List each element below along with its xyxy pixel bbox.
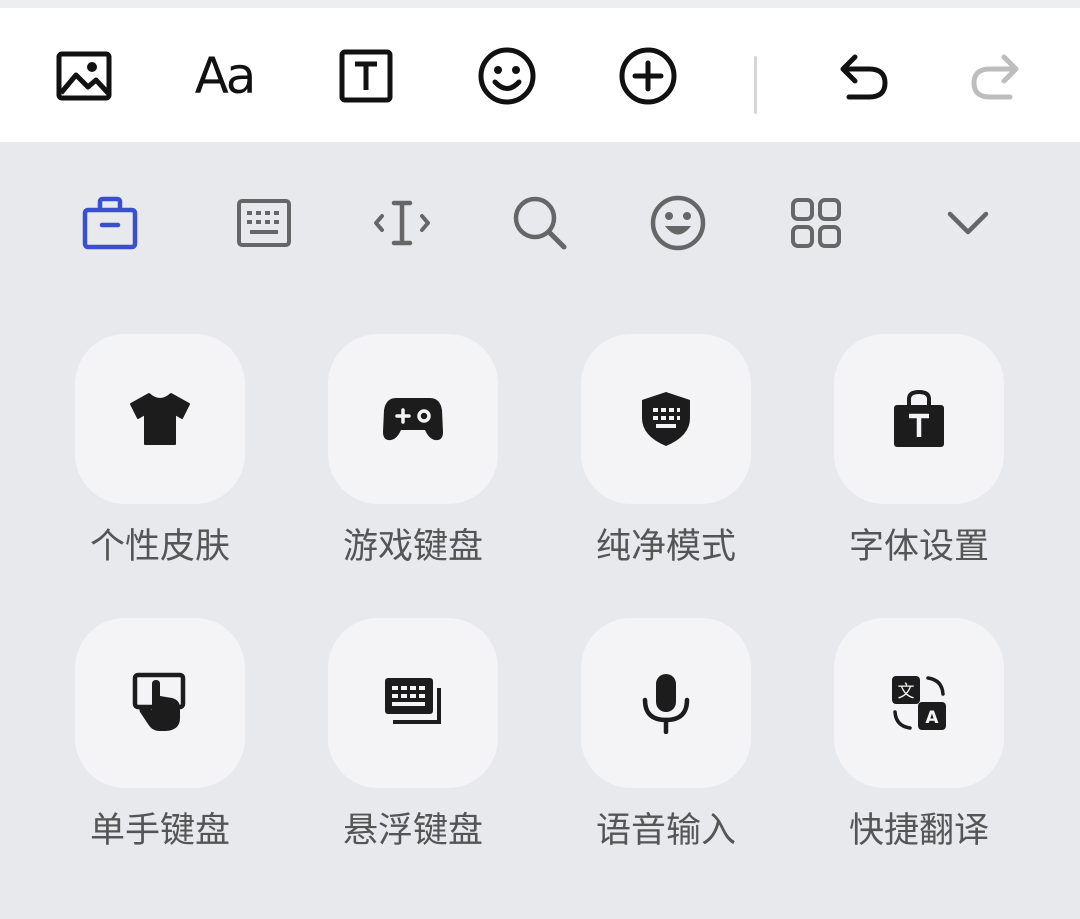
emoji-icon [478, 47, 536, 105]
feature-label: 字体设置 [848, 527, 989, 567]
microphone-icon [642, 674, 690, 734]
feature-tile-box[interactable] [328, 334, 498, 504]
tab-keyboard[interactable] [224, 188, 304, 258]
add-circle-icon [619, 47, 677, 105]
cursor-move-icon [374, 200, 430, 246]
floating-keyboard-icon [385, 678, 441, 724]
tshirt-icon [130, 393, 190, 445]
emoji-icon [650, 195, 706, 251]
feature-tile-font-settings[interactable]: 字体设置 [834, 334, 1004, 568]
svg-text:文: 文 [898, 682, 915, 702]
grid-icon [791, 198, 841, 248]
keyboard-panel: 个性皮肤 游戏键盘 纯净模式 字体设置 单手键盘 悬浮键盘 语音输入 文 A 快… [0, 142, 1080, 919]
search-icon [513, 196, 567, 250]
feature-tile-box[interactable] [75, 618, 245, 788]
feature-tile-box[interactable] [581, 618, 751, 788]
undo-icon [840, 54, 888, 100]
feature-label: 个性皮肤 [89, 527, 230, 567]
tab-emoji[interactable] [638, 188, 718, 258]
gamepad-icon [383, 398, 443, 441]
feature-label: 纯净模式 [595, 527, 736, 567]
feature-tile-game-keyboard[interactable]: 游戏键盘 [328, 334, 498, 568]
feature-tile-box[interactable] [75, 334, 245, 504]
toolbar-divider [754, 56, 757, 114]
image-icon [56, 51, 112, 101]
font-bag-icon [894, 389, 944, 447]
feature-tile-box[interactable] [834, 334, 1004, 504]
font-style-icon: Aa [194, 47, 257, 105]
chevron-down-icon [947, 211, 989, 235]
svg-text:A: A [925, 708, 939, 728]
add-button[interactable] [612, 36, 684, 116]
tab-cursor[interactable] [362, 188, 442, 258]
tab-search[interactable] [500, 188, 580, 258]
one-hand-icon [132, 672, 186, 731]
text-box-icon [339, 49, 393, 103]
redo-button[interactable] [961, 36, 1033, 116]
keyboard-icon [237, 199, 291, 247]
text-box-button[interactable] [330, 36, 402, 116]
feature-tile-one-hand[interactable]: 单手键盘 [75, 618, 245, 852]
emoji-button[interactable] [471, 36, 543, 116]
feature-label: 快捷翻译 [848, 811, 989, 851]
insert-image-button[interactable] [48, 36, 120, 116]
shield-keyboard-icon [642, 392, 690, 446]
feature-tile-box[interactable] [581, 334, 751, 504]
feature-tile-box[interactable] [328, 618, 498, 788]
feature-tile-floating-keyboard[interactable]: 悬浮键盘 [328, 618, 498, 852]
toolbox-icon [82, 196, 138, 250]
feature-tile-quick-translate[interactable]: 文 A 快捷翻译 [834, 618, 1004, 852]
undo-button[interactable] [826, 36, 898, 116]
feature-tile-box[interactable]: 文 A [834, 618, 1004, 788]
feature-label: 语音输入 [595, 811, 736, 851]
status-strip [0, 0, 1080, 8]
feature-tile-skin[interactable]: 个性皮肤 [75, 334, 245, 568]
feature-label: 单手键盘 [89, 811, 230, 851]
feature-tile-voice-input[interactable]: 语音输入 [581, 618, 751, 852]
tab-toolbox[interactable] [70, 188, 150, 258]
editor-toolbar: Aa [0, 8, 1080, 142]
redo-icon [971, 54, 1019, 100]
collapse-panel-button[interactable] [928, 188, 1008, 258]
font-style-button[interactable]: Aa [188, 36, 260, 116]
translate-icon: 文 A [892, 676, 946, 730]
feature-label: 悬浮键盘 [342, 811, 483, 851]
tab-more-apps[interactable] [776, 188, 856, 258]
feature-tile-clean-mode[interactable]: 纯净模式 [581, 334, 751, 568]
feature-label: 游戏键盘 [342, 527, 483, 567]
